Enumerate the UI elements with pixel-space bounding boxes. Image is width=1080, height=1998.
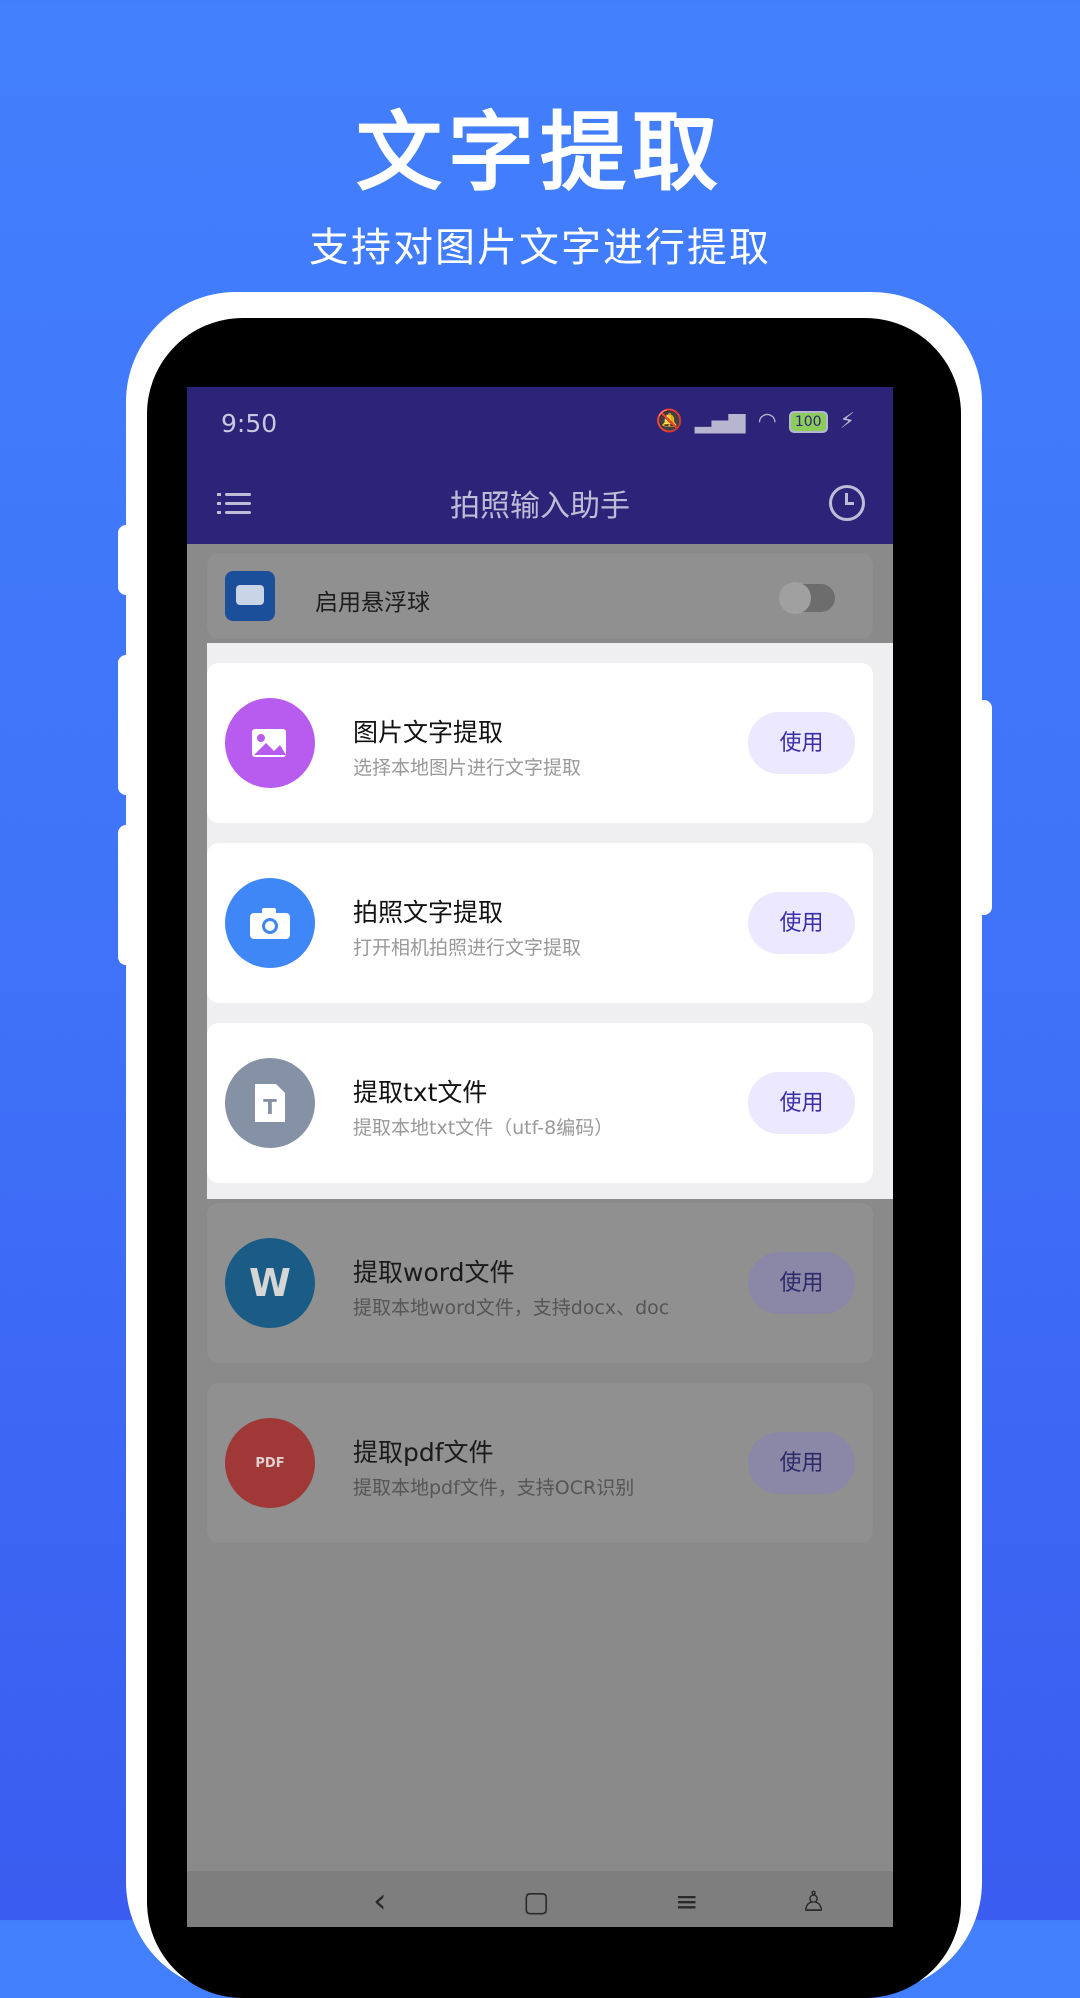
feature-desc: 提取本地pdf文件，支持OCR识别 bbox=[353, 1477, 635, 1499]
feature-title: 提取pdf文件 bbox=[353, 1438, 494, 1467]
feature-desc: 打开相机拍照进行文字提取 bbox=[353, 937, 582, 959]
phone-side-button bbox=[118, 525, 134, 595]
use-button[interactable]: 使用 bbox=[748, 1432, 855, 1494]
assistant-icon[interactable]: ♙ bbox=[801, 1885, 826, 1918]
use-button[interactable]: 使用 bbox=[748, 892, 855, 954]
status-icons: 🔕 ▂▄▆ ◠ 100 ⚡ bbox=[655, 409, 855, 434]
back-icon[interactable]: ‹ bbox=[373, 1881, 387, 1921]
app-title: 拍照输入助手 bbox=[450, 489, 630, 524]
app-bar: 拍照输入助手 bbox=[187, 463, 893, 544]
feature-title: 提取txt文件 bbox=[353, 1078, 488, 1107]
feature-desc: 提取本地word文件，支持docx、doc bbox=[353, 1297, 670, 1319]
status-bar: 9:50 🔕 ▂▄▆ ◠ 100 ⚡ bbox=[187, 387, 893, 463]
camera-icon bbox=[225, 571, 275, 621]
use-button[interactable]: 使用 bbox=[748, 1252, 855, 1314]
home-icon[interactable]: ▢ bbox=[523, 1885, 549, 1918]
system-nav-bar: ‹ ▢ ≡ ♙ bbox=[187, 1871, 893, 1927]
svg-text:T: T bbox=[263, 1095, 277, 1119]
feature-title: 拍照文字提取 bbox=[353, 898, 504, 927]
txt-file-icon: T bbox=[225, 1058, 315, 1148]
use-button[interactable]: 使用 bbox=[748, 712, 855, 774]
feature-card-word[interactable]: W 提取word文件 提取本地word文件，支持docx、doc 使用 bbox=[207, 1203, 873, 1363]
camera-icon bbox=[225, 878, 315, 968]
image-icon bbox=[225, 698, 315, 788]
word-icon: W bbox=[225, 1238, 315, 1328]
promo-title: 文字提取 bbox=[356, 103, 724, 203]
phone-side-button bbox=[976, 700, 992, 915]
floating-ball-row: 启用悬浮球 bbox=[207, 553, 873, 639]
use-button[interactable]: 使用 bbox=[748, 1072, 855, 1134]
status-time: 9:50 bbox=[221, 409, 278, 438]
feature-title: 提取word文件 bbox=[353, 1258, 515, 1287]
phone-side-button bbox=[118, 655, 134, 795]
wifi-icon: ◠ bbox=[757, 409, 777, 434]
promo-subtitle: 支持对图片文字进行提取 bbox=[309, 225, 771, 271]
signal-icon: ▂▄▆ bbox=[694, 409, 746, 434]
feature-card-image[interactable]: 图片文字提取 选择本地图片进行文字提取 使用 bbox=[207, 663, 873, 823]
mute-icon: 🔕 bbox=[655, 409, 683, 434]
feature-card-pdf[interactable]: PDF 提取pdf文件 提取本地pdf文件，支持OCR识别 使用 bbox=[207, 1383, 873, 1543]
phone-side-button bbox=[118, 825, 134, 965]
floating-ball-label: 启用悬浮球 bbox=[315, 590, 430, 616]
pdf-icon: PDF bbox=[225, 1418, 315, 1508]
clock-icon[interactable] bbox=[829, 485, 865, 521]
feature-desc: 提取本地txt文件（utf-8编码） bbox=[353, 1117, 614, 1139]
feature-card-camera[interactable]: 拍照文字提取 打开相机拍照进行文字提取 使用 bbox=[207, 843, 873, 1003]
feature-card-txt[interactable]: T 提取txt文件 提取本地txt文件（utf-8编码） 使用 bbox=[207, 1023, 873, 1183]
phone-screen: 9:50 🔕 ▂▄▆ ◠ 100 ⚡ 拍照输入助手 启用悬浮球 图片文字提取 选… bbox=[187, 387, 893, 1927]
battery-icon: 100 bbox=[788, 410, 828, 433]
charging-icon: ⚡ bbox=[839, 409, 855, 434]
feature-desc: 选择本地图片进行文字提取 bbox=[353, 757, 582, 779]
recents-icon[interactable]: ≡ bbox=[675, 1885, 698, 1918]
feature-title: 图片文字提取 bbox=[353, 718, 504, 747]
floating-ball-toggle[interactable] bbox=[779, 582, 835, 614]
